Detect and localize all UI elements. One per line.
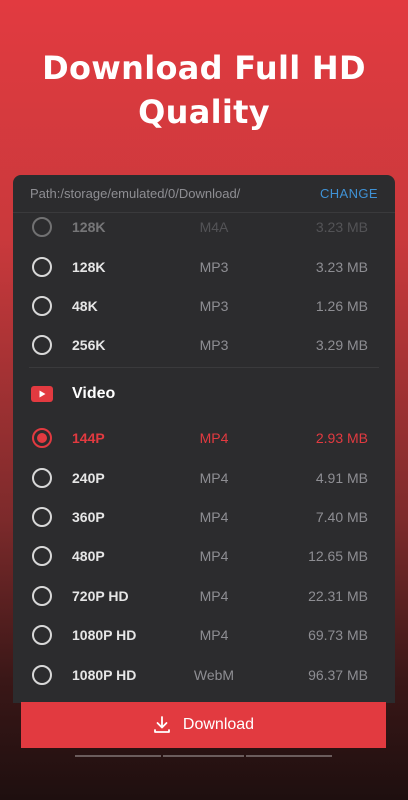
size-label: 2.93 MB: [315, 430, 368, 446]
radio-button[interactable]: [32, 257, 52, 277]
format-label: MP4: [199, 548, 229, 564]
radio-button[interactable]: [32, 468, 52, 488]
radio-button[interactable]: [32, 217, 52, 237]
size-label: 3.23 MB: [315, 259, 368, 275]
video-section-label: Video: [72, 385, 116, 402]
format-label: WebM: [193, 667, 235, 683]
quality-label: 1080P HD: [72, 667, 137, 683]
quality-label: 240P: [72, 470, 105, 486]
download-button-label: Download: [182, 716, 255, 733]
quality-label: 720P HD: [72, 588, 129, 604]
video-option-row[interactable]: 480P MP4 12.65 MB: [13, 536, 395, 576]
quality-label: 1080P HD: [72, 627, 137, 643]
video-option-row[interactable]: 144P MP4 2.93 MB: [13, 418, 395, 458]
audio-option-row[interactable]: 256K MP3 3.29 MB: [13, 325, 395, 365]
format-label: M4A: [199, 219, 229, 235]
quality-label: 480P: [72, 548, 105, 564]
radio-button[interactable]: [32, 507, 52, 527]
size-label: 96.37 MB: [308, 667, 368, 683]
youtube-icon: [31, 386, 53, 402]
video-option-row[interactable]: 720P HD MP4 22.31 MB: [13, 576, 395, 616]
radio-button[interactable]: [32, 625, 52, 645]
nav-indicator: [75, 755, 161, 757]
size-label: 4.91 MB: [315, 470, 368, 486]
size-label: 22.31 MB: [308, 588, 368, 604]
format-label: MP4: [199, 588, 229, 604]
quality-label: 128K: [72, 219, 106, 235]
format-label: MP4: [199, 627, 229, 643]
size-label: 1.26 MB: [315, 298, 368, 314]
video-option-row[interactable]: 240P MP4 4.91 MB: [13, 458, 395, 498]
quality-label: 144P: [72, 430, 105, 446]
download-path: Path:/storage/emulated/0/Download/: [30, 186, 241, 201]
audio-option-row[interactable]: 128K M4A 3.23 MB: [13, 207, 395, 247]
radio-button[interactable]: [32, 296, 52, 316]
quality-label: 360P: [72, 509, 105, 525]
change-path-button[interactable]: CHANGE: [320, 186, 378, 201]
audio-option-row[interactable]: 128K MP3 3.23 MB: [13, 247, 395, 287]
nav-indicator: [246, 755, 332, 757]
audio-option-row[interactable]: 48K MP3 1.26 MB: [13, 286, 395, 326]
size-label: 12.65 MB: [308, 548, 368, 564]
format-label: MP4: [199, 430, 229, 446]
format-label: MP3: [199, 259, 229, 275]
section-divider: [29, 367, 379, 368]
format-label: MP4: [199, 509, 229, 525]
quality-label: 128K: [72, 259, 106, 275]
size-label: 3.29 MB: [315, 337, 368, 353]
video-option-row[interactable]: 360P MP4 7.40 MB: [13, 497, 395, 537]
quality-label: 256K: [72, 337, 106, 353]
size-label: 7.40 MB: [315, 509, 368, 525]
radio-button[interactable]: [32, 546, 52, 566]
format-label: MP3: [199, 298, 229, 314]
radio-button-selected[interactable]: [32, 428, 52, 448]
radio-button[interactable]: [32, 335, 52, 355]
video-option-row[interactable]: 1080P HD MP4 69.73 MB: [13, 615, 395, 655]
video-option-row[interactable]: 1080P HD WebM 96.37 MB: [13, 655, 395, 695]
size-label: 69.73 MB: [308, 627, 368, 643]
headline: Download Full HD Quality: [42, 49, 366, 131]
quality-label: 48K: [72, 298, 98, 314]
size-label: 3.23 MB: [315, 219, 368, 235]
format-selection-panel: Path:/storage/emulated/0/Download/ CHANG…: [13, 175, 395, 703]
download-icon: [154, 716, 170, 733]
format-label: MP3: [199, 337, 229, 353]
format-label: MP4: [199, 470, 229, 486]
video-section-header: Video: [13, 374, 395, 414]
nav-indicator: [163, 755, 244, 757]
radio-button[interactable]: [32, 665, 52, 685]
radio-button[interactable]: [32, 586, 52, 606]
download-button[interactable]: Download: [21, 702, 386, 748]
